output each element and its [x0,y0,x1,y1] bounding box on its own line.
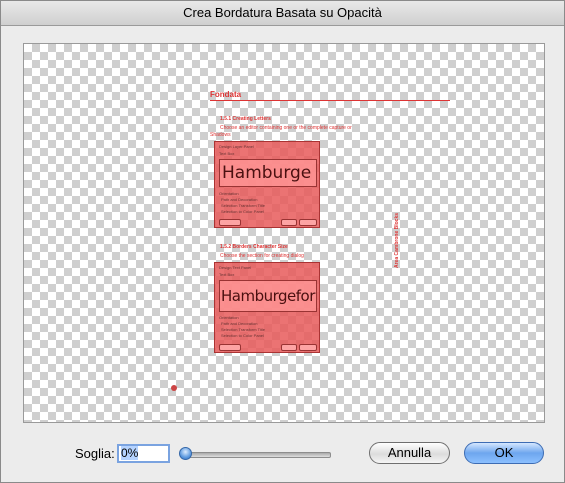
section1-title: 1.5.1 Creating Letters [220,116,271,122]
panel2-row: Path and Decoration [221,321,258,326]
cancel-button[interactable]: Annulla [369,442,450,464]
panel1-row: Orientation [219,191,239,196]
panel2-title: Design Text Panel [219,265,252,270]
ok-button[interactable]: OK [464,442,544,464]
threshold-input[interactable]: 0% [117,444,170,463]
section2-text-line1: Choose the section for creating dialog [220,253,304,259]
panel2-button [299,344,317,351]
panel2-sample-word: Hamburgefor [221,287,315,305]
section1-text-line1: Choose an editor containing one or the c… [220,125,352,131]
section1-text-line2: Shadows [210,132,231,138]
panel2-row: Selection Transform Title [221,327,266,332]
section2-title: 1.5.2 Borders Character Size [220,244,288,250]
panel1-button [299,219,317,226]
panel1-row: Path and Decoration [221,197,258,202]
panel1-subtitle: Text Box [219,151,235,156]
panel1-title: Design Layer Panel [219,144,254,149]
panel2-sample-box: Hamburgefor [219,280,317,312]
preview-panel-1: Design Layer Panel Text Box Hamburge Ori… [214,141,320,228]
preview-panel-2: Design Text Panel Text Box Hamburgefor O… [214,262,320,353]
panel2-subtitle: Text Box [219,272,235,277]
panel2-button [281,344,297,351]
preview-dot [171,385,177,391]
preview-heading: Fondata [210,90,242,99]
window-title: Crea Bordatura Basata su Opacità [1,1,564,26]
slider-knob[interactable] [179,447,192,460]
panel1-row: Selection Transform Title [221,203,266,208]
preview-side-text: Area Cambrone Blocks [394,212,400,268]
panel1-row: Selection to Color Panel [221,209,264,214]
panel2-row: Orientation [219,315,239,320]
panel1-sample-word: Hamburge [222,163,312,183]
slider-track[interactable] [185,452,331,458]
threshold-value: 0% [121,446,139,460]
panel1-sample-box: Hamburge [219,159,317,187]
panel1-button [219,219,241,226]
panel1-button [281,219,297,226]
preview-canvas: Fondata 1.5.1 Creating Letters Choose an… [23,43,545,423]
threshold-label: Soglia: [75,446,115,461]
panel2-row: Selection to Color Panel [221,333,264,338]
preview-heading-rule [210,100,450,101]
panel2-button [219,344,241,351]
threshold-slider[interactable] [179,447,331,461]
dialog-window: Crea Bordatura Basata su Opacità Fondata… [0,0,565,483]
